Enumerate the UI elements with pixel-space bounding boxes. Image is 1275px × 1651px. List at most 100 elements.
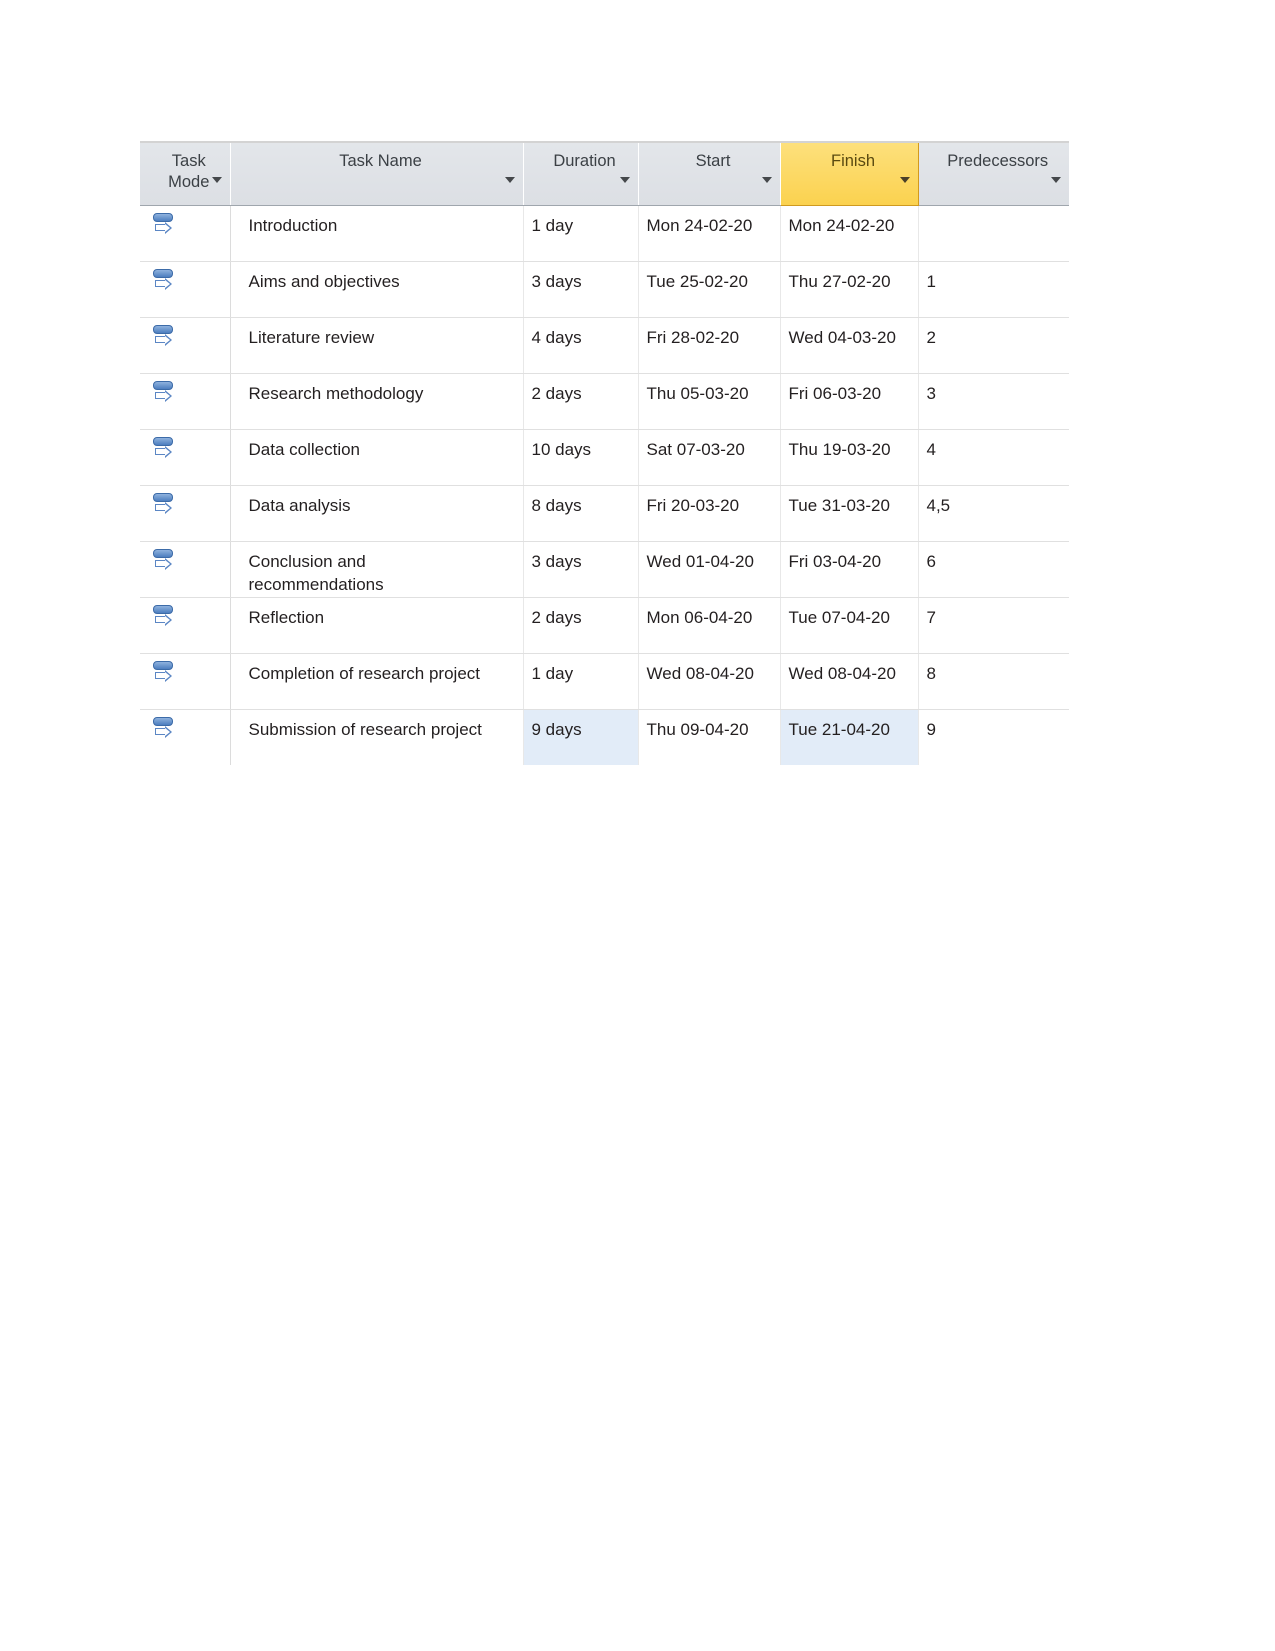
cell-start-date[interactable]: Mon 06-04-20 — [638, 597, 781, 654]
cell-task-name[interactable]: Introduction — [230, 205, 524, 262]
chevron-down-icon[interactable] — [619, 177, 630, 183]
cell-finish-date-text: Mon 24-02-20 — [788, 216, 895, 235]
table-row[interactable]: Completion of research project 1 day Wed 0… — [140, 653, 1069, 710]
cell-duration[interactable]: 2 days — [523, 373, 639, 430]
cell-task-name[interactable]: Completion of research project — [230, 653, 524, 710]
cell-duration[interactable]: 9 days — [523, 709, 639, 765]
auto-scheduled-icon[interactable] — [152, 716, 178, 742]
cell-task-mode[interactable] — [140, 541, 231, 598]
cell-finish-date[interactable]: Thu 19-03-20 — [780, 429, 919, 486]
cell-start-date[interactable]: Fri 28-02-20 — [638, 317, 781, 374]
cell-duration[interactable]: 3 days — [523, 541, 639, 598]
cell-task-name[interactable]: Conclusion and recommendations — [230, 541, 524, 598]
column-header-fin[interactable]: Finish — [779, 143, 919, 206]
cell-task-name[interactable]: Research methodology — [230, 373, 524, 430]
cell-start-date[interactable]: Thu 09-04-20 — [638, 709, 781, 765]
column-header-name[interactable]: Task Name — [230, 143, 524, 206]
cell-start-date[interactable]: Wed 08-04-20 — [638, 653, 781, 710]
cell-task-mode[interactable] — [140, 653, 231, 710]
auto-scheduled-icon[interactable] — [152, 268, 178, 294]
cell-duration[interactable]: 10 days — [523, 429, 639, 486]
column-header-label: Task Name — [339, 152, 422, 170]
column-header-dur[interactable]: Duration — [523, 143, 639, 206]
cell-start-date[interactable]: Sat 07-03-20 — [638, 429, 781, 486]
auto-scheduled-icon[interactable] — [152, 492, 178, 518]
cell-predecessors[interactable]: 9 — [918, 709, 1069, 765]
table-row[interactable]: Aims and objectives 3 days Tue 25-02-20 Thu… — [140, 261, 1069, 318]
page-canvas: Task Mode Task Name Duration Start Finish Pre… — [0, 0, 1275, 1651]
cell-task-mode[interactable] — [140, 597, 231, 654]
cell-task-name[interactable]: Submission of research project — [230, 709, 524, 765]
cell-duration[interactable]: 8 days — [523, 485, 639, 542]
auto-scheduled-icon[interactable] — [152, 436, 178, 462]
table-row[interactable]: Introduction 1 day Mon 24-02-20 Mon 24-02-2… — [140, 205, 1070, 262]
table-row[interactable]: Reflection 2 days Mon 06-04-20 Tue 07-04-20… — [140, 597, 1069, 654]
cell-task-mode[interactable] — [140, 709, 231, 765]
cell-start-date[interactable]: Mon 24-02-20 — [638, 205, 781, 262]
cell-finish-date-text: Tue 21-04-20 — [788, 720, 890, 739]
cell-task-name[interactable]: Data analysis — [230, 485, 524, 542]
table-row[interactable]: Data analysis 8 days Fri 20-03-20 Tue 31-03… — [140, 485, 1069, 542]
cell-finish-date[interactable]: Thu 27-02-20 — [780, 261, 919, 318]
table-row[interactable]: Data collection 10 days Sat 07-03-20 Thu 19… — [140, 429, 1069, 486]
table-row[interactable]: Literature review 4 days Fri 28-02-20 Wed 0… — [140, 317, 1069, 374]
cell-finish-date[interactable]: Tue 21-04-20 — [780, 709, 919, 765]
cell-task-name[interactable]: Data collection — [230, 429, 524, 486]
cell-duration[interactable]: 3 days — [523, 261, 639, 318]
table-row[interactable]: Research methodology 2 days Thu 05-03-20 Fr… — [140, 373, 1069, 430]
chevron-down-icon[interactable] — [504, 177, 515, 183]
cell-predecessors-text — [927, 206, 1070, 215]
cell-start-date[interactable]: Fri 20-03-20 — [638, 485, 781, 542]
auto-scheduled-icon[interactable] — [152, 380, 178, 406]
cell-task-name[interactable]: Literature review — [230, 317, 524, 374]
cell-task-mode[interactable] — [140, 429, 231, 486]
cell-finish-date[interactable]: Tue 31-03-20 — [780, 485, 919, 542]
cell-predecessors[interactable]: 1 — [918, 261, 1069, 318]
auto-scheduled-icon[interactable] — [152, 604, 178, 630]
cell-start-date[interactable]: Wed 01-04-20 — [638, 541, 781, 598]
table-row[interactable]: Conclusion and recommendations 3 days Wed … — [140, 541, 1069, 598]
chevron-down-icon[interactable] — [211, 177, 222, 183]
auto-scheduled-icon[interactable] — [152, 212, 178, 238]
cell-finish-date[interactable]: Tue 07-04-20 — [780, 597, 919, 654]
cell-task-name[interactable]: Aims and objectives — [230, 261, 524, 318]
column-header-pred[interactable]: Predecessors — [918, 143, 1069, 206]
column-header-mode[interactable]: Task Mode — [140, 143, 231, 206]
chevron-down-icon[interactable] — [899, 177, 910, 183]
cell-start-date[interactable]: Tue 25-02-20 — [638, 261, 781, 318]
cell-predecessors[interactable]: 3 — [918, 373, 1069, 430]
cell-task-mode[interactable] — [140, 373, 231, 430]
cell-predecessors[interactable]: 6 — [918, 541, 1069, 598]
chevron-down-icon[interactable] — [761, 177, 772, 183]
cell-predecessors[interactable]: 2 — [918, 317, 1069, 374]
cell-duration[interactable]: 1 day — [523, 205, 639, 262]
cell-duration[interactable]: 2 days — [523, 597, 639, 654]
cell-predecessors[interactable]: 4 — [918, 429, 1069, 486]
cell-predecessors[interactable]: 8 — [918, 653, 1069, 710]
cell-task-name[interactable]: Reflection — [230, 597, 524, 654]
cell-finish-date[interactable]: Fri 03-04-20 — [780, 541, 919, 598]
auto-scheduled-icon[interactable] — [152, 324, 178, 350]
cell-finish-date[interactable]: Wed 08-04-20 — [780, 653, 919, 710]
cell-task-mode[interactable] — [140, 205, 231, 262]
cell-task-mode[interactable] — [140, 261, 231, 318]
cell-predecessors[interactable]: 7 — [918, 597, 1069, 654]
cell-finish-date[interactable]: Mon 24-02-20 — [780, 205, 919, 262]
chevron-down-icon[interactable] — [1051, 177, 1061, 183]
cell-predecessors[interactable] — [918, 205, 1070, 262]
cell-task-mode[interactable] — [140, 485, 231, 542]
auto-scheduled-icon[interactable] — [152, 548, 178, 574]
cell-finish-date-text: Tue 07-04-20 — [788, 608, 890, 627]
cell-task-mode[interactable] — [140, 317, 231, 374]
cell-duration[interactable]: 4 days — [523, 317, 639, 374]
cell-predecessors[interactable]: 4,5 — [918, 485, 1069, 542]
cell-duration[interactable]: 1 day — [523, 653, 639, 710]
cell-finish-date[interactable]: Fri 06-03-20 — [780, 373, 919, 430]
cell-start-date[interactable]: Thu 05-03-20 — [638, 373, 781, 430]
cell-finish-date[interactable]: Wed 04-03-20 — [780, 317, 919, 374]
cell-finish-date-text: Wed 04-03-20 — [788, 328, 896, 347]
cell-task-name-text: Data collection — [248, 440, 361, 459]
auto-scheduled-icon[interactable] — [152, 660, 178, 686]
column-header-start[interactable]: Start — [638, 143, 781, 206]
table-row[interactable]: Submission of research project 9 days Thu … — [140, 709, 1069, 765]
